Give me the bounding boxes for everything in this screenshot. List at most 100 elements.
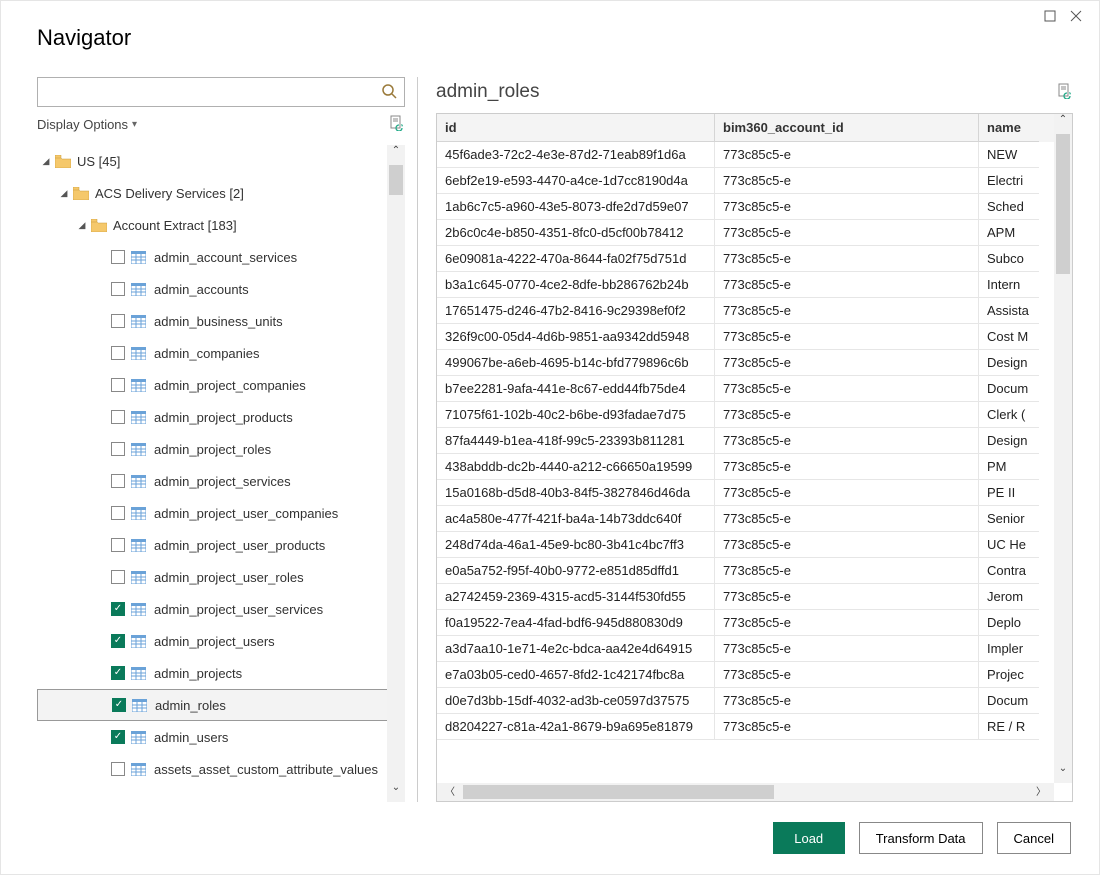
table-row[interactable]: 15a0168b-d5d8-40b3-84f5-3827846d46da773c… (437, 480, 1072, 506)
refresh-icon[interactable] (389, 115, 405, 134)
tree-table-admin_projects[interactable]: ✓admin_projects (37, 657, 405, 689)
tree-table-admin_project_services[interactable]: admin_project_services (37, 465, 405, 497)
display-options-button[interactable]: Display Options ▾ (37, 117, 137, 132)
checkbox[interactable]: ✓ (111, 634, 125, 648)
tree-folder-account-extract[interactable]: ◢Account Extract [183] (37, 209, 405, 241)
tree-table-admin_project_products[interactable]: admin_project_products (37, 401, 405, 433)
table-row[interactable]: 1ab6c7c5-a960-43e5-8073-dfe2d7d59e07773c… (437, 194, 1072, 220)
scroll-left-icon[interactable]: 〈 (437, 783, 463, 801)
table-row[interactable]: 2b6c0c4e-b850-4351-8fc0-d5cf00b78412773c… (437, 220, 1072, 246)
table-row[interactable]: b7ee2281-9afa-441e-8c67-edd44fb75de4773c… (437, 376, 1072, 402)
cell-acct: 773c85c5-e (715, 662, 979, 688)
scroll-up-icon[interactable]: ⌃ (1054, 114, 1072, 134)
collapse-icon[interactable]: ◢ (77, 220, 87, 231)
tree-table-admin_companies[interactable]: admin_companies (37, 337, 405, 369)
checkbox[interactable] (111, 250, 125, 264)
tree-table-admin_project_user_roles[interactable]: admin_project_user_roles (37, 561, 405, 593)
grid-body: 45f6ade3-72c2-4e3e-87d2-71eab89f1d6a773c… (437, 142, 1072, 740)
table-row[interactable]: b3a1c645-0770-4ce2-8dfe-bb286762b24b773c… (437, 272, 1072, 298)
grid-inner: idbim360_account_idname 45f6ade3-72c2-4e… (437, 114, 1072, 801)
checkbox[interactable] (111, 506, 125, 520)
search-input[interactable] (46, 85, 380, 100)
table-row[interactable]: 499067be-a6eb-4695-b14c-bfd779896c6b773c… (437, 350, 1072, 376)
table-row[interactable]: 6e09081a-4222-470a-8644-fa02f75d751d773c… (437, 246, 1072, 272)
checkbox[interactable] (111, 474, 125, 488)
grid-vertical-scrollbar[interactable]: ⌃ ⌄ (1054, 114, 1072, 783)
transform-data-button[interactable]: Transform Data (859, 822, 983, 854)
checkbox[interactable]: ✓ (111, 602, 125, 616)
column-header-name[interactable]: name (979, 114, 1039, 142)
tree-folder-acs[interactable]: ◢ACS Delivery Services [2] (37, 177, 405, 209)
table-row[interactable]: 87fa4449-b1ea-418f-99c5-23393b811281773c… (437, 428, 1072, 454)
table-row[interactable]: ac4a580e-477f-421f-ba4a-14b73ddc640f773c… (437, 506, 1072, 532)
tree-table-admin_project_user_services[interactable]: ✓admin_project_user_services (37, 593, 405, 625)
cell-acct: 773c85c5-e (715, 298, 979, 324)
checkbox[interactable] (111, 346, 125, 360)
tree-table-admin_users[interactable]: ✓admin_users (37, 721, 405, 753)
table-row[interactable]: 45f6ade3-72c2-4e3e-87d2-71eab89f1d6a773c… (437, 142, 1072, 168)
tree-folder-root[interactable]: ◢US [45] (37, 145, 405, 177)
checkbox[interactable] (111, 282, 125, 296)
data-grid[interactable]: idbim360_account_idname 45f6ade3-72c2-4e… (436, 113, 1073, 802)
tree-table-admin_roles[interactable]: ✓admin_roles (37, 689, 405, 721)
table-row[interactable]: d8204227-c81a-42a1-8679-b9a695e81879773c… (437, 714, 1072, 740)
checkbox[interactable]: ✓ (112, 698, 126, 712)
cell-id: 248d74da-46a1-45e9-bc80-3b41c4bc7ff3 (437, 532, 715, 558)
grid-horizontal-scrollbar[interactable]: 〈 〉 (437, 783, 1054, 801)
cell-name: PM (979, 454, 1039, 480)
collapse-icon[interactable]: ◢ (41, 156, 51, 167)
checkbox[interactable] (111, 410, 125, 424)
collapse-icon[interactable]: ◢ (59, 188, 69, 199)
table-row[interactable]: e0a5a752-f95f-40b0-9772-e851d85dffd1773c… (437, 558, 1072, 584)
checkbox[interactable] (111, 314, 125, 328)
search-icon[interactable] (380, 82, 398, 103)
search-box[interactable] (37, 77, 405, 107)
table-row[interactable]: 71075f61-102b-40c2-b6be-d93fadae7d75773c… (437, 402, 1072, 428)
tree-table-admin_project_roles[interactable]: admin_project_roles (37, 433, 405, 465)
table-row[interactable]: a2742459-2369-4315-acd5-3144f530fd55773c… (437, 584, 1072, 610)
cancel-button[interactable]: Cancel (997, 822, 1071, 854)
table-row[interactable]: e7a03b05-ced0-4657-8fd2-1c42174fbc8a773c… (437, 662, 1072, 688)
load-button[interactable]: Load (773, 822, 845, 854)
table-row[interactable]: 438abddb-dc2b-4440-a212-c66650a19599773c… (437, 454, 1072, 480)
preview-header: admin_roles (436, 77, 1073, 113)
table-row[interactable]: 6ebf2e19-e593-4470-a4ce-1d7cc8190d4a773c… (437, 168, 1072, 194)
column-header-bim360_account_id[interactable]: bim360_account_id (715, 114, 979, 142)
table-row[interactable]: 326f9c00-05d4-4d6b-9851-aa9342dd5948773c… (437, 324, 1072, 350)
tree-scrollbar[interactable]: ⌃ ⌄ (387, 145, 405, 802)
scroll-right-icon[interactable]: 〉 (1028, 783, 1054, 801)
tree-table-admin_project_companies[interactable]: admin_project_companies (37, 369, 405, 401)
scroll-thumb[interactable] (1056, 134, 1070, 274)
cell-id: f0a19522-7ea4-4fad-bdf6-945d880830d9 (437, 610, 715, 636)
tree-table-admin_project_users[interactable]: ✓admin_project_users (37, 625, 405, 657)
checkbox[interactable] (111, 570, 125, 584)
table-row[interactable]: 248d74da-46a1-45e9-bc80-3b41c4bc7ff3773c… (437, 532, 1072, 558)
scroll-down-icon[interactable]: ⌄ (387, 782, 405, 802)
scroll-thumb[interactable] (463, 785, 774, 799)
table-row[interactable]: a3d7aa10-1e71-4e2c-bdca-aa42e4d64915773c… (437, 636, 1072, 662)
checkbox[interactable] (111, 378, 125, 392)
table-icon (131, 475, 146, 488)
cell-id: 1ab6c7c5-a960-43e5-8073-dfe2d7d59e07 (437, 194, 715, 220)
tree-table-admin_project_user_companies[interactable]: admin_project_user_companies (37, 497, 405, 529)
tree-table-admin_account_services[interactable]: admin_account_services (37, 241, 405, 273)
table-row[interactable]: 17651475-d246-47b2-8416-9c29398ef0f2773c… (437, 298, 1072, 324)
tree-table-assets_asset_custom_attribute_values[interactable]: assets_asset_custom_attribute_values (37, 753, 405, 785)
checkbox[interactable] (111, 442, 125, 456)
tree-table-admin_project_user_products[interactable]: admin_project_user_products (37, 529, 405, 561)
tree-table-admin_business_units[interactable]: admin_business_units (37, 305, 405, 337)
column-header-id[interactable]: id (437, 114, 715, 142)
table-row[interactable]: d0e7d3bb-15df-4032-ad3b-ce0597d37575773c… (437, 688, 1072, 714)
checkbox[interactable] (111, 762, 125, 776)
table-row[interactable]: f0a19522-7ea4-4fad-bdf6-945d880830d9773c… (437, 610, 1072, 636)
tree-table-admin_accounts[interactable]: admin_accounts (37, 273, 405, 305)
table-icon (131, 347, 146, 360)
refresh-preview-icon[interactable] (1057, 83, 1073, 102)
checkbox[interactable] (111, 538, 125, 552)
tree[interactable]: ◢US [45]◢ACS Delivery Services [2]◢Accou… (37, 145, 405, 802)
checkbox[interactable]: ✓ (111, 666, 125, 680)
checkbox[interactable]: ✓ (111, 730, 125, 744)
scroll-down-icon[interactable]: ⌄ (1054, 763, 1072, 783)
scroll-up-icon[interactable]: ⌃ (387, 145, 405, 165)
scroll-thumb[interactable] (389, 165, 403, 195)
